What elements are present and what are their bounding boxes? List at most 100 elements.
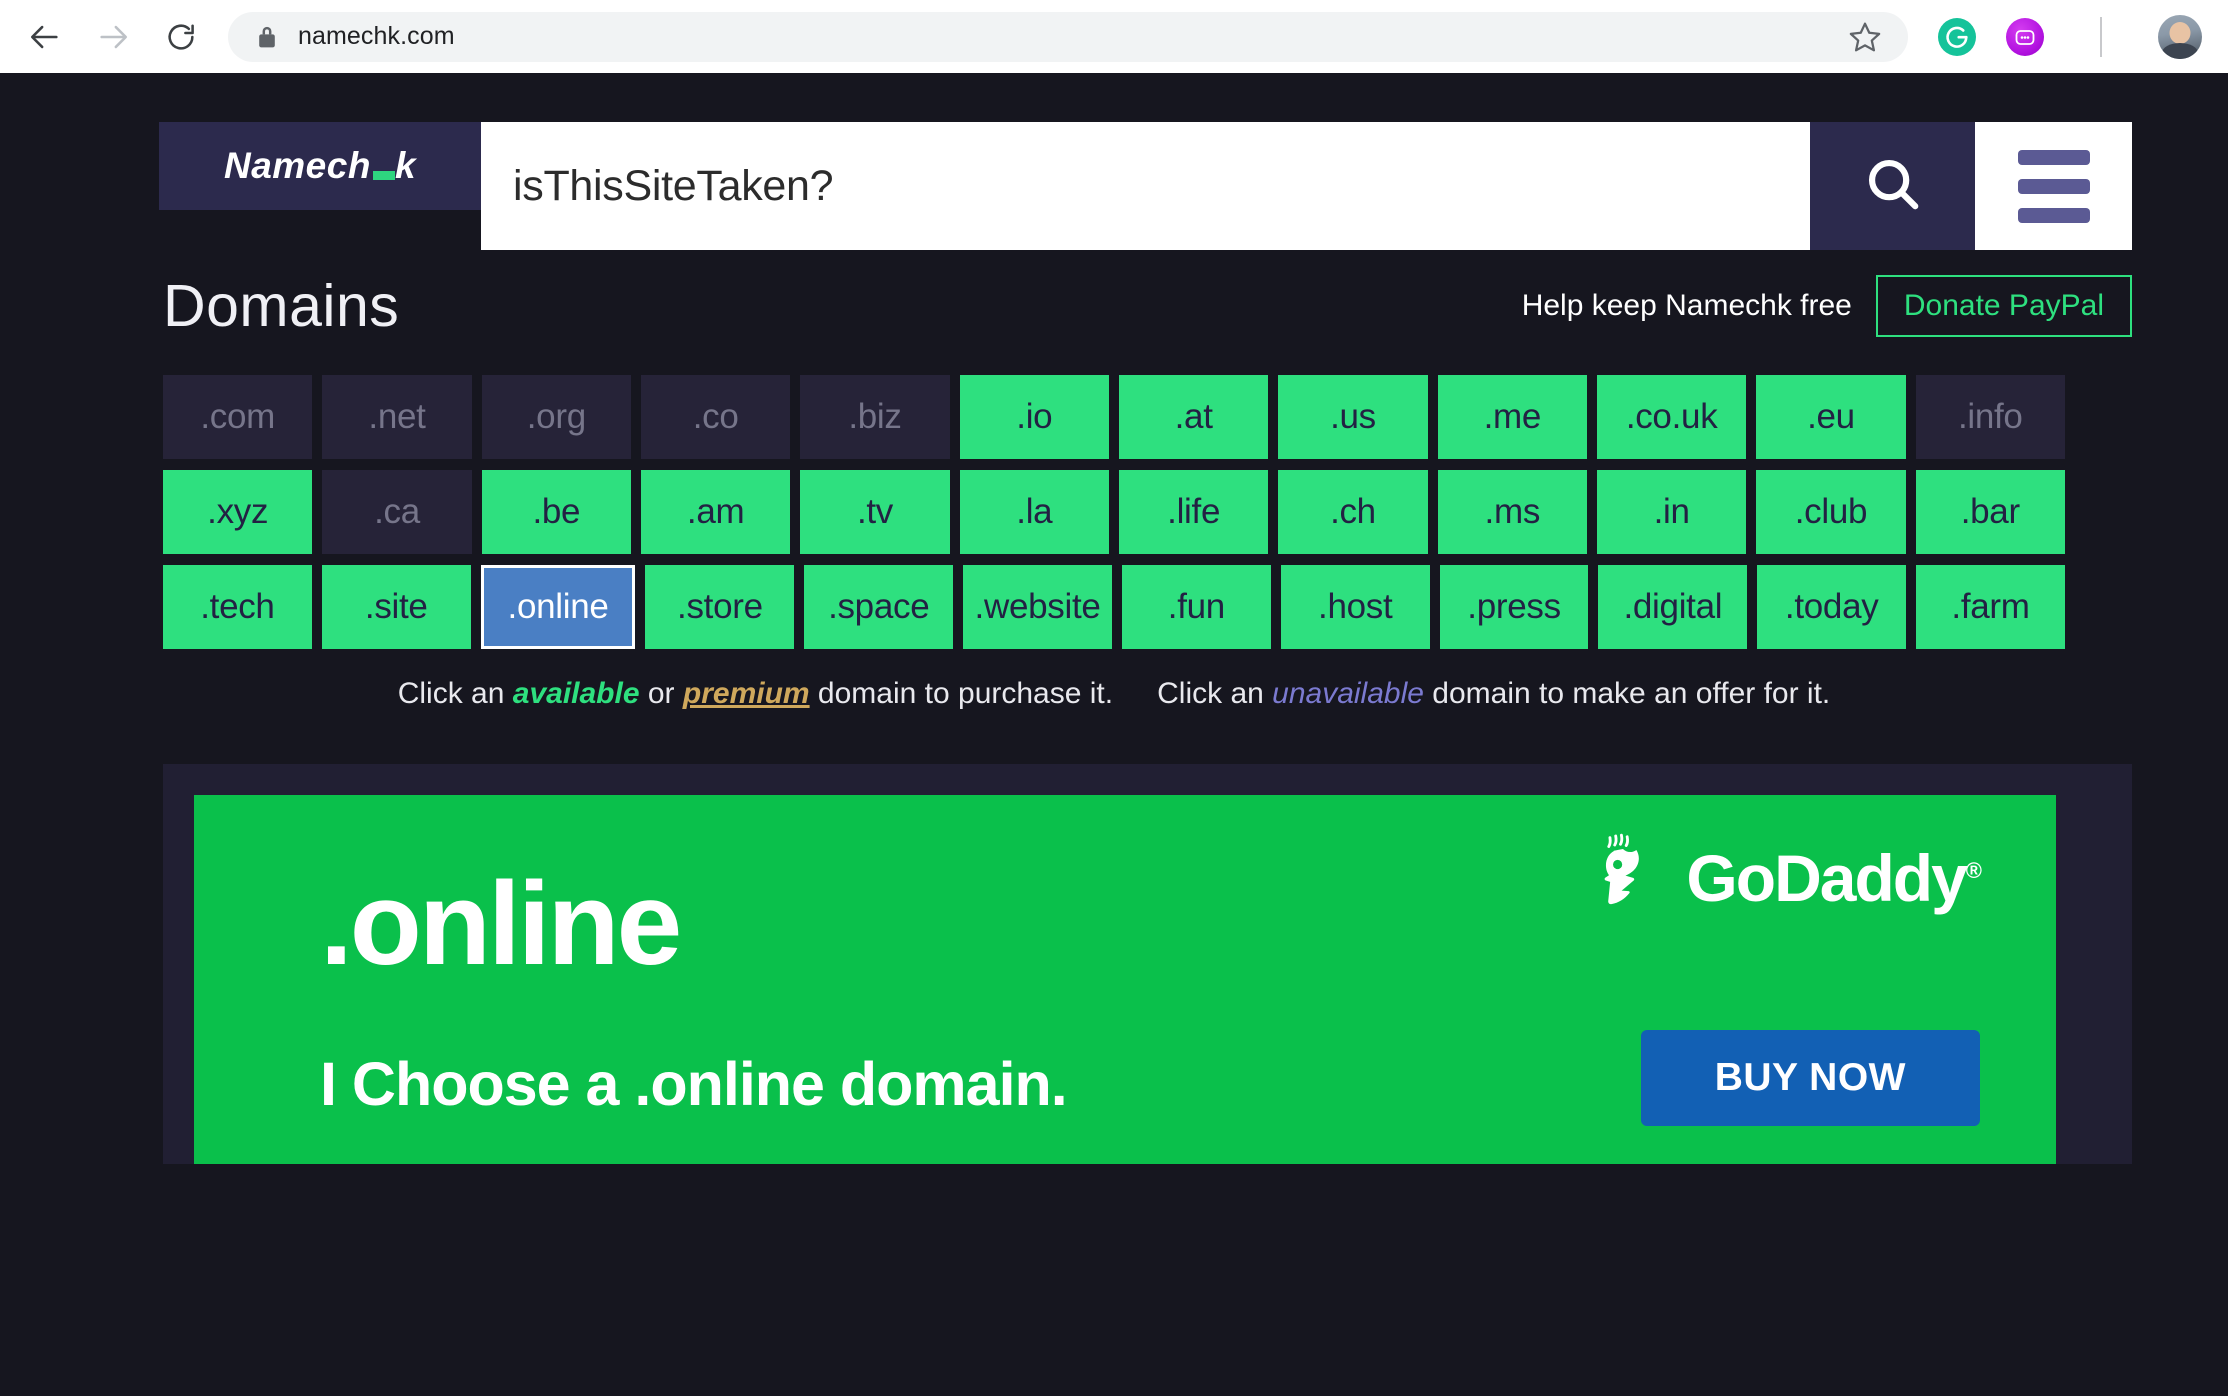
domain-tile-me[interactable]: .me — [1437, 375, 1587, 459]
domain-tile-label: .host — [1318, 587, 1393, 626]
logo-underscore-accent — [372, 171, 395, 180]
domain-tile-label: .me — [1483, 397, 1542, 436]
legend-text-2b: domain to make an offer for it. — [1423, 677, 1831, 710]
donate-label: Help keep Namechk free — [1521, 289, 1852, 322]
search-icon — [1862, 153, 1924, 220]
domain-tile-co[interactable]: .co — [640, 375, 791, 459]
domain-tile-ca[interactable]: .ca — [322, 470, 472, 554]
star-icon[interactable] — [1848, 20, 1888, 54]
domains-section-header: Domains Help keep Namechk free Donate Pa… — [0, 250, 2228, 362]
domain-tile-digital[interactable]: .digital — [1598, 565, 1748, 649]
domain-tile-label: .eu — [1807, 397, 1855, 436]
domain-tile-tv[interactable]: .tv — [800, 470, 950, 554]
domain-tile-store[interactable]: .store — [645, 565, 795, 649]
domain-tile-today[interactable]: .today — [1757, 565, 1907, 649]
domain-tile-label: .la — [1016, 492, 1053, 531]
godaddy-mascot-icon — [1592, 831, 1670, 924]
buy-now-button[interactable]: BUY NOW — [1640, 1030, 1980, 1126]
grammarly-extension-icon[interactable] — [1938, 17, 1976, 56]
domain-tile-label: .tech — [200, 587, 275, 626]
domain-tile-label: .today — [1784, 587, 1879, 626]
namechk-logo[interactable]: Namech k — [159, 122, 481, 210]
domain-tile-com[interactable]: .com — [163, 375, 313, 459]
domain-tile-tech[interactable]: .tech — [163, 565, 312, 649]
ad-container: .online I Choose a .online domain. GoDad… — [163, 764, 2132, 1164]
legend-unavailable-word: unavailable — [1272, 677, 1424, 710]
domain-tile-fun[interactable]: .fun — [1121, 565, 1271, 649]
domain-tile-la[interactable]: .la — [959, 470, 1109, 554]
toolbar-divider — [2100, 16, 2102, 57]
domain-tile-label: .xyz — [207, 492, 269, 531]
domain-tile-label: .net — [368, 397, 426, 436]
domain-tile-xyz[interactable]: .xyz — [163, 470, 313, 554]
hamburger-menu-button[interactable] — [1975, 122, 2132, 250]
domain-tile-label: .us — [1330, 397, 1376, 436]
godaddy-wordmark: GoDaddy® — [1686, 840, 1982, 915]
domain-tile-label: .tv — [856, 492, 893, 531]
logo-text: Namech k — [223, 145, 417, 186]
profile-avatar[interactable] — [2158, 14, 2202, 59]
page-body: Namech k isThisSiteTaken? Domains Help ke… — [0, 73, 2228, 1396]
domain-tile-bar[interactable]: .bar — [1915, 470, 2065, 554]
reload-icon — [165, 21, 197, 53]
domain-tile-in[interactable]: .in — [1596, 470, 1747, 554]
lock-icon — [256, 24, 278, 50]
godaddy-ad-banner[interactable]: .online I Choose a .online domain. GoDad… — [194, 795, 2056, 1164]
domain-tile-label: .store — [677, 587, 763, 626]
domain-row: .xyz .ca .be .am .tv .la .life .ch .ms .in .club .b… — [163, 470, 2065, 554]
domain-tile-website[interactable]: .website — [963, 565, 1112, 649]
domain-tile-us[interactable]: .us — [1278, 375, 1428, 459]
domain-tile-biz[interactable]: .biz — [800, 375, 950, 459]
domain-tile-label: .ca — [374, 492, 420, 531]
domain-tile-farm[interactable]: .farm — [1916, 565, 2065, 649]
domain-tile-label: .digital — [1623, 587, 1723, 626]
domain-tile-info[interactable]: .info — [1915, 375, 2065, 459]
domain-tile-label: .co.uk — [1625, 397, 1718, 436]
domain-tile-io[interactable]: .io — [959, 375, 1109, 459]
domain-tile-org[interactable]: .org — [481, 375, 631, 459]
domain-tile-label: .press — [1467, 587, 1561, 626]
domain-tile-club[interactable]: .club — [1756, 470, 1906, 554]
domain-tile-space[interactable]: .space — [804, 565, 954, 649]
site-header: Namech k isThisSiteTaken? — [0, 73, 2228, 250]
domain-tile-label: .biz — [848, 397, 902, 436]
domain-tile-label: .online — [507, 587, 609, 626]
domain-tile-be[interactable]: .be — [481, 470, 631, 554]
search-button[interactable] — [1810, 122, 1975, 250]
donate-paypal-button[interactable]: Donate PayPal — [1875, 275, 2132, 337]
domain-tile-label: .co — [692, 397, 739, 436]
domain-tile-label: .info — [1957, 397, 2023, 436]
legend-line-purchase: Click an available or premium domain to … — [398, 677, 1113, 711]
domain-tile-ch[interactable]: .ch — [1278, 470, 1428, 554]
domain-tile-label: .ch — [1330, 492, 1376, 531]
robot-extension-icon[interactable] — [2006, 17, 2044, 56]
domain-tile-ms[interactable]: .ms — [1437, 470, 1587, 554]
legend-text-2a: Click an — [1157, 677, 1273, 710]
domain-tile-net[interactable]: .net — [322, 375, 472, 459]
domain-tile-press[interactable]: .press — [1439, 565, 1589, 649]
browser-toolbar: namechk.com — [0, 0, 2228, 73]
hamburger-menu-icon-bar3 — [2017, 207, 2090, 223]
godaddy-logo: GoDaddy® — [1592, 831, 1982, 924]
legend-premium-word: premium — [682, 677, 810, 710]
domain-tile-online[interactable]: .online — [480, 565, 636, 649]
domain-tile-am[interactable]: .am — [640, 470, 791, 554]
address-bar[interactable]: namechk.com — [228, 11, 1908, 62]
domain-tile-life[interactable]: .life — [1118, 470, 1269, 554]
domain-row: .com .net .org .co .biz .io .at .us .me .co.uk .eu… — [163, 375, 2065, 459]
domain-tile-label: .bar — [1960, 492, 2020, 531]
domain-tile-at[interactable]: .at — [1118, 375, 1269, 459]
domain-tile-label: .in — [1653, 492, 1690, 531]
back-button[interactable] — [22, 14, 68, 60]
search-input[interactable]: isThisSiteTaken? — [481, 122, 1810, 250]
domain-tile-eu[interactable]: .eu — [1756, 375, 1906, 459]
domain-tile-site[interactable]: .site — [321, 565, 471, 649]
forward-arrow-icon — [96, 20, 130, 54]
browser-nav-buttons — [22, 14, 204, 60]
forward-button[interactable] — [90, 14, 136, 60]
search-input-value: isThisSiteTaken? — [513, 161, 834, 210]
domain-tile-host[interactable]: .host — [1280, 565, 1430, 649]
donate-area: Help keep Namechk free Donate PayPal — [1522, 275, 2132, 337]
reload-button[interactable] — [158, 14, 204, 60]
domain-tile-couk[interactable]: .co.uk — [1596, 375, 1747, 459]
